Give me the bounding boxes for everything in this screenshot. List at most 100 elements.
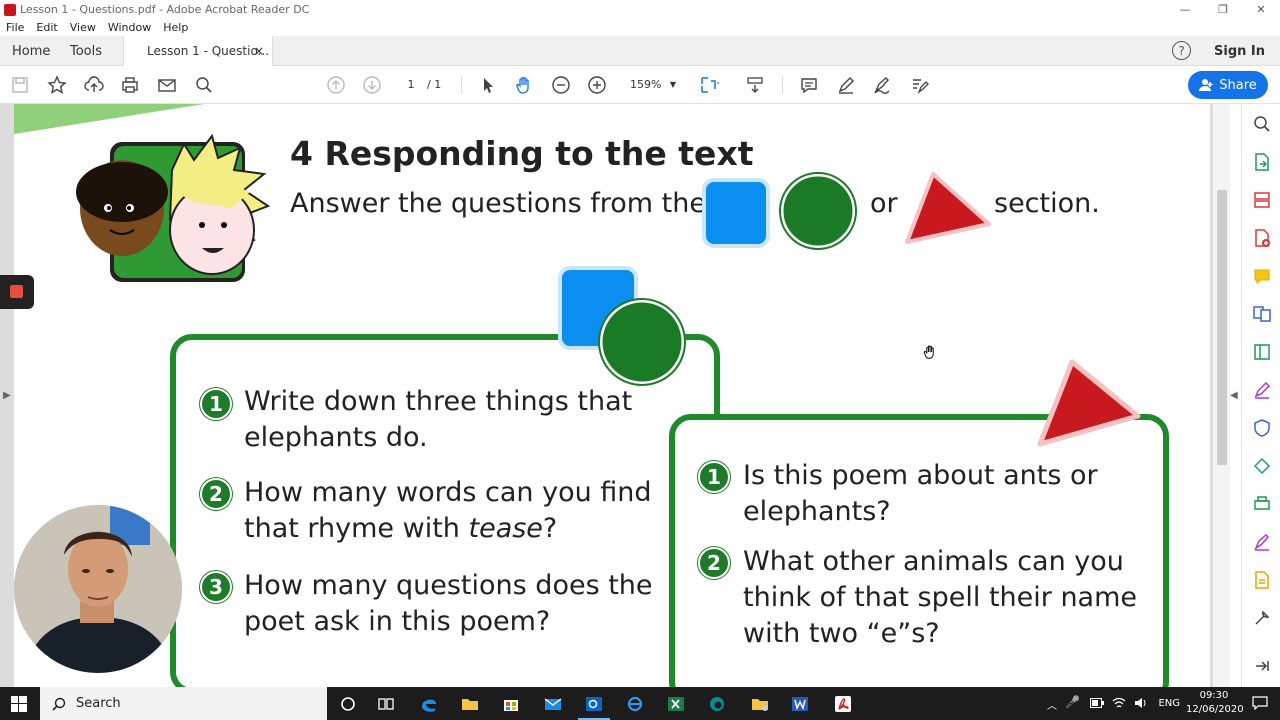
question-number-badge: 2 — [200, 478, 232, 510]
scrollbar-thumb[interactable] — [1217, 190, 1227, 465]
task-view-icon[interactable] — [376, 694, 396, 714]
menu-bar: File Edit View Window Help — [0, 19, 1280, 36]
fill-and-sign-icon[interactable] — [1252, 380, 1272, 400]
tray-expand-icon[interactable]: ︿ — [1047, 697, 1057, 712]
edge-legacy-icon[interactable] — [419, 694, 439, 714]
menu-view[interactable]: View — [70, 21, 96, 34]
question-line: elephants? — [743, 496, 891, 527]
save-icon[interactable] — [10, 75, 30, 95]
left-pane-toggle-icon[interactable]: ▶ — [3, 390, 11, 401]
search-tool-icon[interactable] — [1252, 114, 1272, 134]
help-icon[interactable]: ? — [1172, 41, 1191, 60]
outlook-icon[interactable] — [584, 694, 604, 714]
cortana-icon[interactable] — [338, 694, 358, 714]
question-text: Write down three things that elephants d… — [244, 384, 632, 456]
word-icon[interactable] — [790, 694, 810, 714]
mail-icon[interactable] — [157, 75, 177, 95]
next-page-icon[interactable] — [362, 75, 382, 95]
protect-shield-icon[interactable] — [1252, 418, 1272, 438]
file-explorer-icon[interactable] — [460, 694, 480, 714]
search-placeholder: Search — [76, 696, 121, 711]
microphone-icon[interactable]: 🎤 — [1065, 695, 1080, 709]
scroll-mode-icon[interactable] — [745, 75, 765, 95]
collapse-pane-icon[interactable] — [1252, 656, 1272, 676]
prepare-form-icon[interactable] — [1252, 570, 1272, 590]
notifications-icon[interactable] — [1252, 696, 1268, 710]
question-line: What other animals can you — [743, 546, 1124, 577]
print-icon[interactable] — [120, 75, 140, 95]
fill-sign-icon[interactable] — [909, 75, 929, 95]
file-explorer-window-icon[interactable] — [750, 694, 770, 714]
more-tools-icon[interactable] — [1252, 608, 1272, 628]
tab-close-icon[interactable]: × — [254, 44, 264, 58]
print-production-icon[interactable] — [1252, 494, 1272, 514]
combine-files-icon[interactable] — [1252, 304, 1272, 324]
right-pane-toggle-icon[interactable]: ◀ — [1230, 390, 1238, 401]
battery-icon[interactable] — [1090, 698, 1104, 708]
signature-tool-icon[interactable] — [1252, 532, 1272, 552]
clock-time[interactable]: 09:30 — [1186, 690, 1242, 701]
comment-icon[interactable] — [799, 75, 819, 95]
comment-tool-icon[interactable] — [1252, 266, 1272, 286]
tab-document[interactable]: Lesson 1 - Questio... × — [123, 36, 273, 66]
windows-start-icon[interactable] — [11, 696, 27, 712]
zoom-out-icon[interactable] — [551, 75, 571, 95]
close-window-button[interactable]: ✕ — [1242, 0, 1280, 19]
taskbar-search-box[interactable]: Search — [40, 687, 327, 720]
star-icon[interactable] — [47, 75, 67, 95]
menu-help[interactable]: Help — [163, 21, 188, 34]
zoom-search-icon[interactable] — [194, 75, 214, 95]
restore-button[interactable]: ❐ — [1204, 0, 1242, 19]
wifi-icon[interactable] — [1112, 696, 1126, 710]
draw-signature-icon[interactable] — [872, 75, 892, 95]
blue-square-icon — [702, 178, 770, 248]
instruction-text: Answer the questions from the — [290, 188, 706, 219]
tab-home[interactable]: Home — [12, 36, 50, 66]
document-viewport[interactable]: 4 Responding to the text Answer the ques… — [0, 104, 1230, 687]
menu-file[interactable]: File — [6, 21, 24, 34]
language-indicator[interactable]: ENG — [1158, 698, 1180, 709]
export-pdf-icon[interactable] — [1252, 152, 1272, 172]
acrobat-reader-icon[interactable] — [833, 694, 853, 714]
menu-edit[interactable]: Edit — [36, 21, 57, 34]
instruction-or: or — [870, 188, 898, 219]
create-pdf-icon[interactable] — [1252, 228, 1272, 248]
send-for-review-icon[interactable] — [1252, 456, 1272, 476]
excel-icon[interactable] — [666, 694, 686, 714]
mail-app-icon[interactable] — [543, 694, 563, 714]
edge-chromium-icon[interactable] — [707, 694, 727, 714]
organize-pages-icon[interactable] — [1252, 190, 1272, 210]
internet-explorer-icon[interactable] — [625, 694, 645, 714]
highlight-pen-icon[interactable] — [836, 75, 856, 95]
tab-bar: Home Tools Lesson 1 - Questio... × ? Sig… — [0, 36, 1280, 66]
previous-page-icon[interactable] — [326, 75, 346, 95]
fit-page-icon[interactable] — [699, 75, 719, 95]
toolbar: 1 / 1 159% ▼ Share — [0, 66, 1280, 104]
page-total: / 1 — [427, 78, 442, 91]
tab-tools[interactable]: Tools — [70, 36, 102, 66]
sign-in-link[interactable]: Sign In — [1214, 44, 1265, 59]
select-cursor-icon[interactable] — [478, 75, 498, 95]
share-button[interactable]: Share — [1188, 71, 1268, 99]
menu-window[interactable]: Window — [108, 21, 151, 34]
page-number-input[interactable]: 1 — [398, 76, 424, 94]
volume-icon[interactable] — [1134, 696, 1148, 710]
hand-tool-icon[interactable] — [514, 75, 534, 95]
zoom-in-icon[interactable] — [587, 75, 607, 95]
question-line-start: that rhyme with — [244, 513, 469, 544]
zoom-level-value: 159% — [630, 78, 662, 91]
cloud-upload-icon[interactable] — [84, 75, 104, 95]
edit-pdf-icon[interactable] — [1252, 342, 1272, 362]
zoom-level-dropdown[interactable]: 159% ▼ — [622, 76, 682, 94]
red-triangle-badge — [1037, 359, 1141, 447]
question-text: How many questions does the poet ask in … — [244, 568, 653, 640]
store-icon[interactable] — [501, 694, 521, 714]
question-text: How many words can you find that rhyme w… — [244, 475, 652, 547]
minimize-button[interactable]: — — [1166, 0, 1204, 19]
vertical-scrollbar[interactable] — [1212, 104, 1230, 687]
recording-control[interactable] — [0, 275, 34, 309]
add-user-icon — [1199, 79, 1213, 91]
webcam-overlay — [14, 505, 182, 673]
clock-date[interactable]: 12/06/2020 — [1186, 704, 1244, 715]
question-number-badge: 2 — [698, 547, 730, 579]
